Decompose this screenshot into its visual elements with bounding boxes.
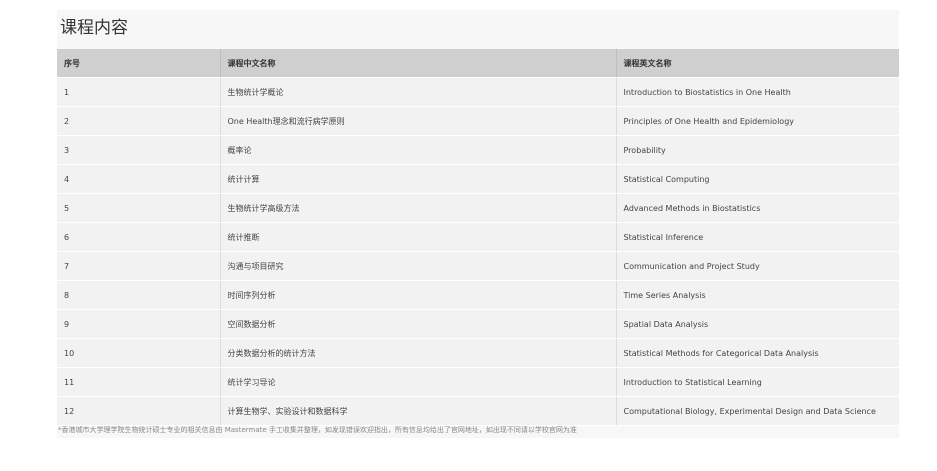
cell-english-name: Introduction to Biostatistics in One Hea… bbox=[615, 77, 899, 107]
cell-number: 12 bbox=[57, 396, 220, 426]
cell-number: 7 bbox=[57, 251, 220, 281]
table-row: 7 沟通与项目研究 Communication and Project Stud… bbox=[57, 251, 899, 281]
course-table: 序号 课程中文名称 课程英文名称 1 生物统计学概论 Introduction … bbox=[57, 49, 899, 426]
cell-english-name: Communication and Project Study bbox=[615, 251, 899, 281]
table-row: 11 统计学习导论 Introduction to Statistical Le… bbox=[57, 367, 899, 397]
cell-number: 6 bbox=[57, 222, 220, 252]
cell-chinese-name: 统计学习导论 bbox=[219, 367, 616, 397]
cell-chinese-name: 概率论 bbox=[219, 135, 616, 165]
cell-number: 8 bbox=[57, 280, 220, 310]
cell-chinese-name: One Health理念和流行病学原则 bbox=[219, 106, 616, 136]
cell-number: 4 bbox=[57, 164, 220, 194]
cell-chinese-name: 计算生物学、实验设计和数据科学 bbox=[219, 396, 616, 426]
cell-number: 9 bbox=[57, 309, 220, 339]
table-row: 8 时间序列分析 Time Series Analysis bbox=[57, 280, 899, 310]
cell-english-name: Computational Biology, Experimental Desi… bbox=[615, 396, 899, 426]
source-footnote: *香港城市大学理学院生物统计硕士专业的相关信息由 Mastermate 手工收集… bbox=[58, 426, 577, 434]
cell-chinese-name: 空间数据分析 bbox=[219, 309, 616, 339]
cell-english-name: Advanced Methods in Biostatistics bbox=[615, 193, 899, 223]
table-header-row: 序号 课程中文名称 课程英文名称 bbox=[57, 49, 899, 78]
table-row: 9 空间数据分析 Spatial Data Analysis bbox=[57, 309, 899, 339]
cell-chinese-name: 分类数据分析的统计方法 bbox=[219, 338, 616, 368]
cell-chinese-name: 时间序列分析 bbox=[219, 280, 616, 310]
cell-number: 10 bbox=[57, 338, 220, 368]
cell-english-name: Principles of One Health and Epidemiolog… bbox=[615, 106, 899, 136]
section-title: 课程内容 bbox=[60, 18, 128, 38]
cell-number: 5 bbox=[57, 193, 220, 223]
cell-chinese-name: 统计计算 bbox=[219, 164, 616, 194]
cell-chinese-name: 生物统计学高级方法 bbox=[219, 193, 616, 223]
cell-number: 11 bbox=[57, 367, 220, 397]
cell-number: 1 bbox=[57, 77, 220, 107]
table-row: 5 生物统计学高级方法 Advanced Methods in Biostati… bbox=[57, 193, 899, 223]
cell-chinese-name: 统计推断 bbox=[219, 222, 616, 252]
cell-english-name: Statistical Methods for Categorical Data… bbox=[615, 338, 899, 368]
cell-english-name: Statistical Computing bbox=[615, 164, 899, 194]
table-row: 3 概率论 Probability bbox=[57, 135, 899, 165]
cell-english-name: Spatial Data Analysis bbox=[615, 309, 899, 339]
table-row: 10 分类数据分析的统计方法 Statistical Methods for C… bbox=[57, 338, 899, 368]
header-english-name: 课程英文名称 bbox=[615, 49, 899, 78]
header-chinese-name: 课程中文名称 bbox=[219, 49, 616, 78]
cell-chinese-name: 沟通与项目研究 bbox=[219, 251, 616, 281]
header-number: 序号 bbox=[57, 49, 220, 78]
cell-english-name: Statistical Inference bbox=[615, 222, 899, 252]
cell-number: 2 bbox=[57, 106, 220, 136]
cell-number: 3 bbox=[57, 135, 220, 165]
table-row: 12 计算生物学、实验设计和数据科学 Computational Biology… bbox=[57, 396, 899, 426]
table-row: 1 生物统计学概论 Introduction to Biostatistics … bbox=[57, 77, 899, 107]
table-row: 6 统计推断 Statistical Inference bbox=[57, 222, 899, 252]
cell-chinese-name: 生物统计学概论 bbox=[219, 77, 616, 107]
table-row: 2 One Health理念和流行病学原则 Principles of One … bbox=[57, 106, 899, 136]
cell-english-name: Time Series Analysis bbox=[615, 280, 899, 310]
table-row: 4 统计计算 Statistical Computing bbox=[57, 164, 899, 194]
course-content-panel: 课程内容 序号 课程中文名称 课程英文名称 1 生物统计学概论 Introduc… bbox=[57, 10, 899, 438]
cell-english-name: Introduction to Statistical Learning bbox=[615, 367, 899, 397]
cell-english-name: Probability bbox=[615, 135, 899, 165]
